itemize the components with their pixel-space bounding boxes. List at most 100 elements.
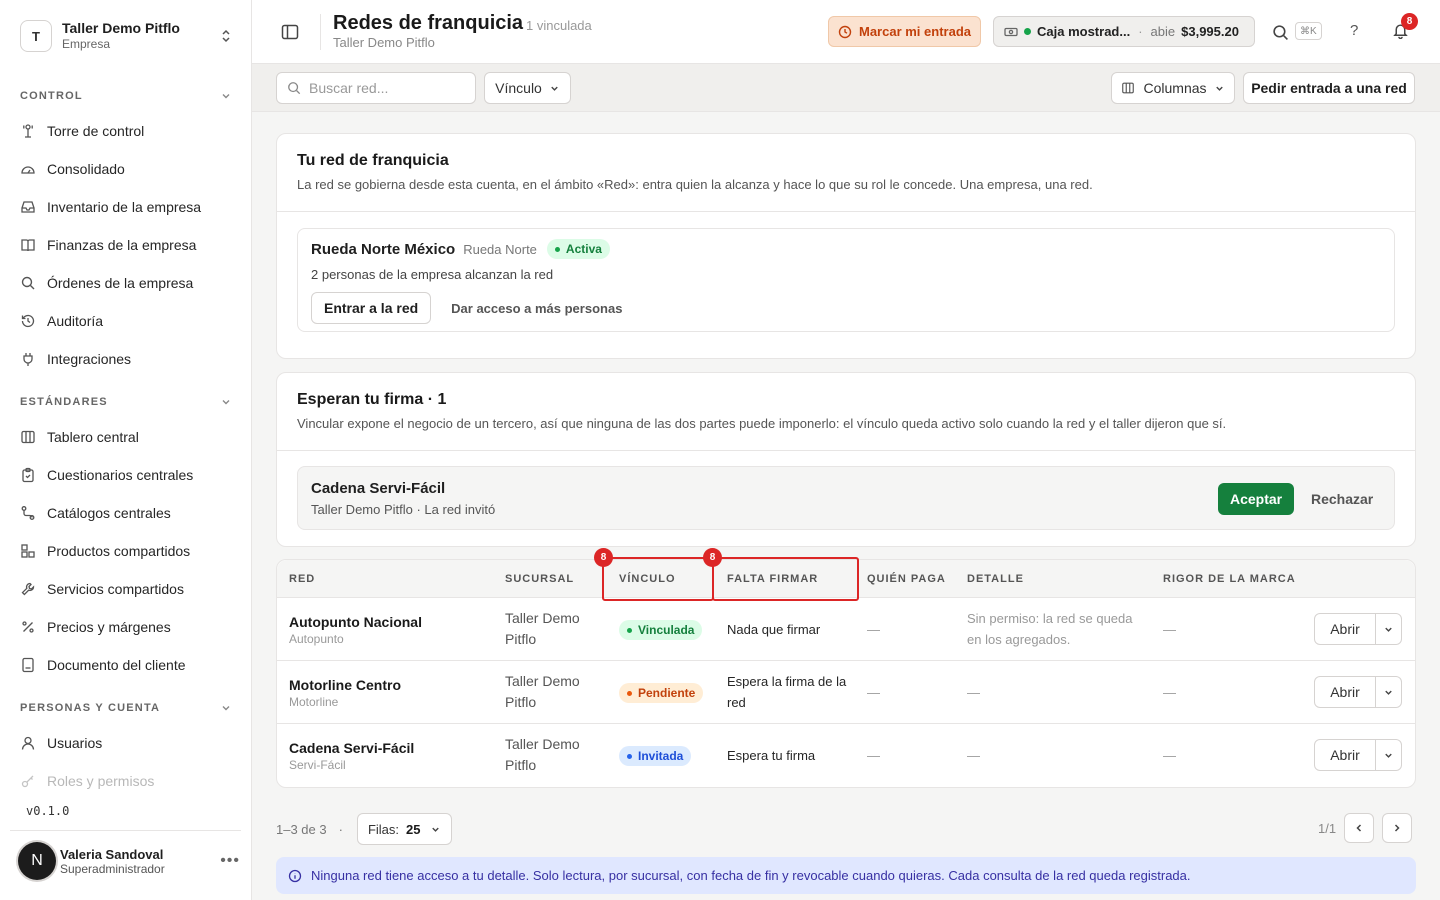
section-personas[interactable]: PERSONAS Y CUENTA (20, 702, 232, 714)
workspace-switcher[interactable]: T Taller Demo Pitflo Empresa (20, 18, 234, 54)
open-menu-button[interactable] (1376, 740, 1401, 770)
column-header-sucursal[interactable]: SUCURSAL (505, 573, 574, 585)
sidebar-item-usuarios[interactable]: Usuarios (20, 728, 234, 758)
more-icon[interactable]: ••• (220, 852, 240, 870)
row-sign-status: Espera la firma de la red (727, 674, 847, 710)
sidebar-item-precios[interactable]: Precios y márgenes (20, 612, 234, 642)
key-icon (20, 773, 36, 789)
sidebar-item-finanzas[interactable]: Finanzas de la empresa (20, 230, 234, 260)
workspace-avatar: T (20, 20, 52, 52)
row-detail: — (967, 748, 980, 763)
page-title: Redes de franquicia (333, 12, 524, 34)
table-row[interactable]: Motorline Centro Motorline Taller Demo P… (277, 661, 1415, 724)
topbar-divider (320, 14, 321, 50)
row-rigor: — (1163, 685, 1176, 700)
route-icon (20, 505, 36, 521)
sidebar-item-catalogos[interactable]: Catálogos centrales (20, 498, 234, 528)
own-network-description: La red se gobierna desde esta cuenta, en… (297, 177, 1093, 192)
clock-in-button[interactable]: Marcar mi entrada (828, 16, 981, 47)
sidebar-item-ordenes[interactable]: Órdenes de la empresa (20, 268, 234, 298)
notifications-button[interactable]: 8 (1392, 13, 1418, 42)
pagination-controls: 1/1 (1318, 813, 1413, 843)
link-filter-dropdown[interactable]: Vínculo (484, 72, 571, 104)
open-split-button: Abrir (1314, 676, 1402, 708)
sidebar-item-integraciones[interactable]: Integraciones (20, 344, 234, 374)
row-network-name: Autopunto Nacional (289, 614, 422, 630)
sidebar: T Taller Demo Pitflo Empresa CONTROL Tor… (0, 0, 252, 900)
sidebar-item-auditoria[interactable]: Auditoría (20, 306, 234, 336)
row-payer: — (867, 685, 880, 700)
section-control[interactable]: CONTROL (20, 90, 232, 102)
row-detail: Sin permiso: la red se queda en los agre… (967, 611, 1133, 647)
open-split-button: Abrir (1314, 739, 1402, 771)
request-network-button[interactable]: Pedir entrada a una red (1243, 72, 1415, 104)
chevron-down-icon (430, 824, 441, 835)
search-icon (288, 82, 301, 95)
accept-button[interactable]: Aceptar (1218, 483, 1295, 515)
search-icon[interactable] (1272, 24, 1289, 41)
chevron-down-icon (1385, 753, 1392, 758)
section-estandares[interactable]: ESTÁNDARES (20, 396, 232, 408)
history-icon (20, 313, 36, 329)
column-header-quien-paga[interactable]: QUIÉN PAGA (867, 573, 946, 585)
table-row[interactable]: Autopunto Nacional Autopunto Taller Demo… (277, 598, 1415, 661)
open-menu-button[interactable] (1376, 677, 1401, 707)
grant-access-button[interactable]: Dar acceso a más personas (451, 301, 622, 316)
column-header-red[interactable]: RED (289, 573, 315, 585)
open-button[interactable]: Abrir (1315, 614, 1376, 644)
columns-dropdown[interactable]: Columnas (1111, 72, 1235, 104)
enter-network-button[interactable]: Entrar a la red (311, 292, 432, 324)
reject-button[interactable]: Rechazar (1311, 491, 1373, 507)
search-field[interactable] (276, 72, 476, 104)
clipboard-icon (20, 467, 36, 483)
card-divider (277, 450, 1415, 451)
search-input[interactable] (309, 80, 459, 96)
page-indicator: 1/1 (1318, 820, 1337, 836)
info-text: Ninguna red tiene acceso a tu detalle. S… (311, 868, 1191, 883)
sidebar-item-torre-de-control[interactable]: Torre de control (20, 116, 234, 146)
sidebar-item-documento[interactable]: Documento del cliente (20, 650, 234, 680)
cash-register-button[interactable]: Caja mostrad... · abie $3,995.20 (993, 16, 1255, 47)
status-badge: Vinculada (619, 620, 703, 640)
sidebar-toggle-icon[interactable] (280, 22, 300, 42)
user-name: Valeria Sandoval (60, 846, 164, 862)
user-menu[interactable]: N Valeria Sandoval Superadministrador ••… (18, 840, 240, 882)
pending-title: Esperan tu firma · 1 (297, 391, 447, 408)
document-icon (20, 657, 36, 673)
wrench-icon (20, 581, 36, 597)
prev-page-button[interactable] (1344, 813, 1375, 843)
sidebar-item-cuestionarios[interactable]: Cuestionarios centrales (20, 460, 234, 490)
sidebar-item-roles[interactable]: Roles y permisos (20, 766, 234, 796)
row-network-name: Motorline Centro (289, 677, 401, 693)
pending-item: Cadena Servi-Fácil Taller Demo Pitflo · … (297, 466, 1395, 530)
pending-description: Vincular expone el negocio de un tercero… (297, 416, 1227, 431)
next-page-button[interactable] (1382, 813, 1413, 843)
plug-icon (20, 351, 36, 367)
pagination-summary: 1–3 de 3 · Filas: 25 (276, 813, 453, 845)
help-button[interactable]: ? (1350, 22, 1358, 39)
open-button[interactable]: Abrir (1315, 677, 1376, 707)
inbox-icon (20, 199, 36, 215)
network-name: Rueda Norte México (311, 240, 456, 258)
sidebar-item-tablero-central[interactable]: Tablero central (20, 422, 234, 452)
pending-meta: Taller Demo Pitflo · La red invitó (311, 502, 496, 517)
column-header-rigor[interactable]: RIGOR DE LA MARCA (1163, 573, 1296, 585)
column-highlight-falta-firmar (712, 557, 859, 601)
table-row[interactable]: Cadena Servi-Fácil Servi-Fácil Taller De… (277, 724, 1415, 787)
notification-badge: 8 (1401, 13, 1418, 30)
network-item: Rueda Norte México Rueda Norte Activa 2 … (297, 228, 1395, 332)
cash-icon (1004, 25, 1018, 39)
row-network-short: Motorline (289, 695, 339, 709)
sidebar-item-productos[interactable]: Productos compartidos (20, 536, 234, 566)
rows-per-page-select[interactable]: Filas: 25 (356, 813, 453, 845)
tower-icon (20, 123, 36, 139)
sidebar-item-servicios[interactable]: Servicios compartidos (20, 574, 234, 604)
sidebar-item-inventario[interactable]: Inventario de la empresa (20, 192, 234, 222)
percent-icon (20, 619, 36, 635)
open-button[interactable]: Abrir (1315, 740, 1376, 770)
open-menu-button[interactable] (1376, 614, 1401, 644)
column-header-detalle[interactable]: DETALLE (967, 573, 1024, 585)
sidebar-divider (10, 830, 241, 831)
breadcrumb: Taller Demo Pitflo (333, 35, 435, 50)
sidebar-item-consolidado[interactable]: Consolidado (20, 154, 234, 184)
